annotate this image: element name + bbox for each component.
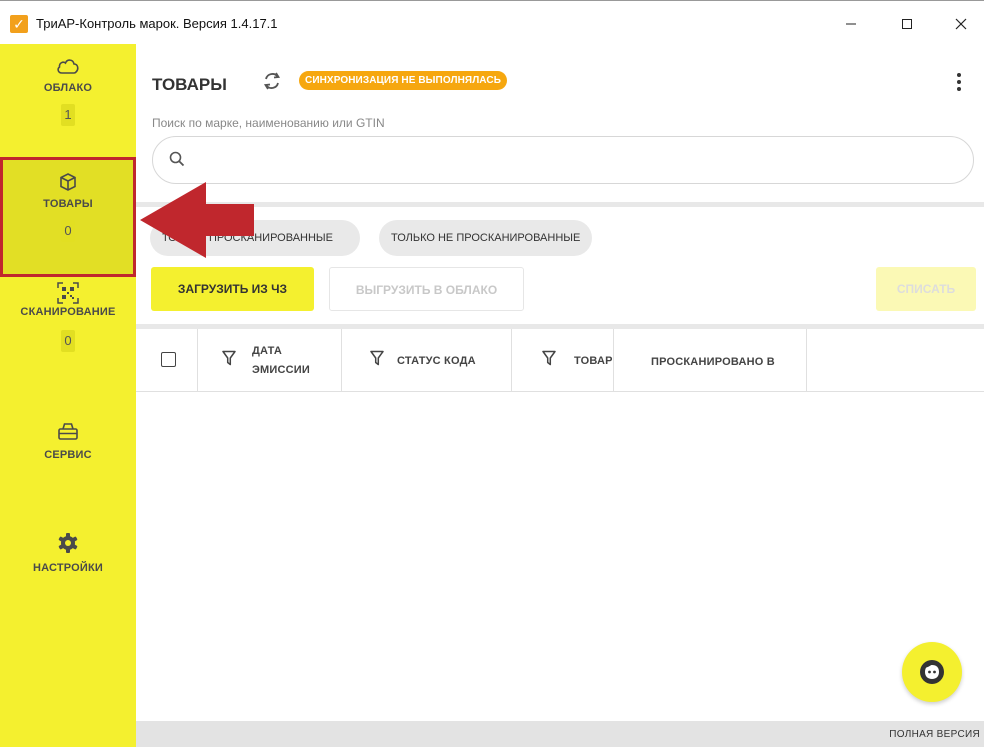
- sidebar-item-service[interactable]: СЕРВИС: [0, 421, 136, 461]
- select-all-checkbox[interactable]: [161, 352, 176, 367]
- close-button[interactable]: [938, 9, 984, 39]
- badge-count: 0: [61, 220, 75, 242]
- search-label: Поиск по марке, наименованию или GTIN: [152, 116, 385, 130]
- sync-status-badge: СИНХРОНИЗАЦИЯ НЕ ВЫПОЛНЯЛАСЬ: [299, 71, 507, 90]
- header-select-all: [136, 329, 198, 391]
- status-bar: ПОЛНАЯ ВЕРСИЯ: [136, 721, 984, 747]
- badge-count: 0: [61, 330, 75, 352]
- search-icon: [169, 151, 185, 167]
- column-label: ДАТА: [252, 345, 283, 357]
- column-emission-date[interactable]: ДАТА ЭМИССИИ: [198, 329, 342, 391]
- table-header: ДАТА ЭМИССИИ СТАТУС КОДА ТОВАР ПРОСКАНИР…: [136, 329, 984, 392]
- column-code-status[interactable]: СТАТУС КОДА: [342, 329, 512, 391]
- app-window: ✓ ТриАР-Контроль марок. Версия 1.4.17.1 …: [0, 0, 984, 747]
- sidebar-item-label: СЕРВИС: [44, 449, 92, 461]
- column-goods[interactable]: ТОВАР: [512, 329, 614, 391]
- filter-icon[interactable]: [222, 350, 236, 366]
- cloud-icon: [57, 59, 79, 74]
- filter-icon[interactable]: [542, 350, 556, 366]
- gear-icon: [58, 533, 78, 553]
- support-agent-icon: [920, 660, 944, 684]
- sidebar-item-label: НАСТРОЙКИ: [32, 562, 104, 574]
- toolbox-icon: [58, 423, 78, 440]
- filter-icon[interactable]: [370, 350, 384, 366]
- filter-chip-not-scanned[interactable]: ТОЛЬКО НЕ ПРОСКАНИРОВАННЫЕ: [379, 220, 593, 256]
- column-label: ЭМИССИИ: [252, 364, 310, 376]
- more-menu-icon[interactable]: [951, 70, 967, 94]
- column-label: СТАТУС КОДА: [397, 355, 476, 367]
- load-from-cz-button[interactable]: ЗАГРУЗИТЬ ИЗ ЧЗ: [151, 267, 314, 311]
- title-bar: ✓ ТриАР-Контроль марок. Версия 1.4.17.1: [0, 0, 984, 45]
- main-content: ТОВАРЫ СИНХРОНИЗАЦИЯ НЕ ВЫПОЛНЯЛАСЬ Поис…: [136, 44, 984, 747]
- sidebar-item-goods[interactable]: ТОВАРЫ 0: [0, 157, 136, 277]
- upload-to-cloud-button[interactable]: ВЫГРУЗИТЬ В ОБЛАКО: [329, 267, 524, 311]
- box-icon: [60, 173, 76, 191]
- column-scanned-in[interactable]: ПРОСКАНИРОВАНО В: [614, 329, 807, 391]
- page-title: ТОВАРЫ: [152, 75, 227, 94]
- qr-code-icon: [57, 282, 79, 304]
- maximize-button[interactable]: [884, 9, 930, 39]
- sidebar-item-scanning[interactable]: СКАНИРОВАНИЕ 0: [0, 282, 136, 352]
- annotation-arrow-icon: [140, 182, 254, 258]
- minimize-button[interactable]: [828, 9, 874, 39]
- sync-icon[interactable]: [261, 70, 283, 92]
- support-chat-button[interactable]: [902, 642, 962, 702]
- app-check-icon: ✓: [10, 15, 28, 33]
- sidebar-item-label: СКАНИРОВАНИЕ: [20, 306, 116, 318]
- search-box: [152, 136, 974, 184]
- full-version-label[interactable]: ПОЛНАЯ ВЕРСИЯ: [889, 729, 980, 740]
- window-title: ТриАР-Контроль марок. Версия 1.4.17.1: [36, 16, 278, 31]
- column-label: ПРОСКАНИРОВАНО В: [651, 356, 775, 368]
- badge-count: 1: [61, 104, 75, 126]
- sidebar-item-cloud[interactable]: ОБЛАКО 1: [0, 56, 136, 126]
- sidebar: ОБЛАКО 1 ТОВАРЫ 0 СКАНИРОВАНИЕ 0 СЕРВИС …: [0, 44, 136, 747]
- column-label: ТОВАР: [574, 355, 613, 367]
- sidebar-item-label: ОБЛАКО: [43, 82, 93, 94]
- search-input[interactable]: [199, 147, 963, 175]
- sidebar-item-settings[interactable]: НАСТРОЙКИ: [0, 532, 136, 574]
- section-divider: [136, 202, 984, 207]
- sidebar-item-label: ТОВАРЫ: [43, 198, 93, 210]
- write-off-button[interactable]: СПИСАТЬ: [876, 267, 976, 311]
